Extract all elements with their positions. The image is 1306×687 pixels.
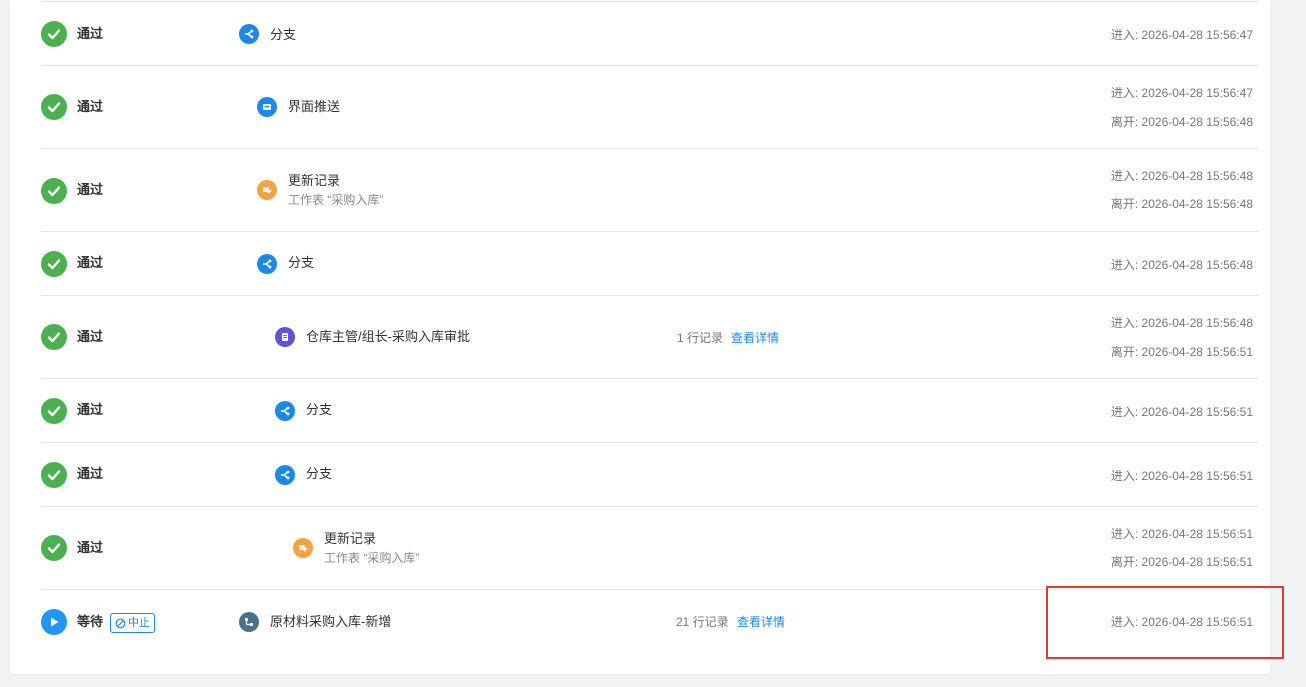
enter-time: 进入: 2026-04-28 15:56:48 xyxy=(1110,169,1253,183)
subprocess-icon xyxy=(239,612,259,632)
node-title: 更新记录 xyxy=(324,531,377,546)
status-label: 通过 xyxy=(77,402,104,417)
play-icon xyxy=(41,609,67,635)
update-record-icon xyxy=(293,538,313,558)
table-row: 通过 分支 进入: 2026-04-28 15:56:48 xyxy=(41,231,1258,296)
check-icon xyxy=(41,398,67,424)
status-label: 通过 xyxy=(77,540,104,555)
check-icon xyxy=(41,94,67,120)
view-details-link[interactable]: 查看详情 xyxy=(737,615,785,629)
check-icon xyxy=(41,324,67,350)
branch-icon xyxy=(275,465,295,485)
table-row: 通过 分支 进入: 2026-04-28 15:56:47 xyxy=(41,1,1258,66)
node-title: 仓库主管/组长-采购入库审批 xyxy=(306,329,470,344)
record-count: 1 行记录 xyxy=(677,331,724,345)
branch-icon xyxy=(239,24,259,44)
stop-label: 中止 xyxy=(128,617,150,629)
record-count: 21 行记录 xyxy=(676,615,729,629)
push-icon xyxy=(257,97,277,117)
leave-time: 离开: 2026-04-28 15:56:48 xyxy=(1110,115,1253,129)
status-label: 等待 xyxy=(77,614,104,629)
table-row: 通过 仓库主管/组长-采购入库审批 1 行记录 查看详情 进入: 2026-04… xyxy=(41,295,1258,379)
enter-time: 进入: 2026-04-28 15:56:47 xyxy=(1110,28,1253,42)
node-title: 分支 xyxy=(306,402,333,417)
status-label: 通过 xyxy=(77,99,104,114)
table-row: 通过 更新记录 工作表 “采购入库” 进入: 2026-04-28 15:56:… xyxy=(41,506,1258,590)
check-icon xyxy=(41,462,67,488)
enter-time: 进入: 2026-04-28 15:56:47 xyxy=(1110,86,1253,100)
node-title: 更新记录 xyxy=(288,173,341,188)
check-icon xyxy=(41,251,67,277)
status-label: 通过 xyxy=(77,182,104,197)
status-label: 通过 xyxy=(77,329,104,344)
status-label: 通过 xyxy=(77,26,104,41)
stop-button[interactable]: 中止 xyxy=(110,613,155,633)
enter-time: 进入: 2026-04-28 15:56:48 xyxy=(1110,258,1253,272)
leave-time: 离开: 2026-04-28 15:56:51 xyxy=(1110,345,1253,359)
stop-icon xyxy=(115,618,126,628)
enter-time: 进入: 2026-04-28 15:56:51 xyxy=(1110,469,1253,483)
highlight-annotation xyxy=(1046,586,1284,659)
node-title: 界面推送 xyxy=(288,99,341,114)
node-title: 分支 xyxy=(306,466,333,481)
table-row: 通过 更新记录 工作表 “采购入库” 进入: 2026-04-28 15:56:… xyxy=(41,148,1258,232)
node-subtitle: 工作表 “采购入库” xyxy=(288,193,384,207)
enter-time: 进入: 2026-04-28 15:56:48 xyxy=(1110,316,1253,330)
enter-time: 进入: 2026-04-28 15:56:51 xyxy=(1110,527,1253,541)
enter-time: 进入: 2026-04-28 15:56:51 xyxy=(1110,405,1253,419)
branch-icon xyxy=(257,254,277,274)
leave-time: 离开: 2026-04-28 15:56:51 xyxy=(1110,555,1253,569)
status-label: 通过 xyxy=(77,255,104,270)
table-row: 通过 分支 进入: 2026-04-28 15:56:51 xyxy=(41,442,1258,507)
node-title: 分支 xyxy=(270,27,297,42)
status-label: 通过 xyxy=(77,466,104,481)
branch-icon xyxy=(275,401,295,421)
table-row: 通过 界面推送 进入: 2026-04-28 15:56:47 离开: 2026… xyxy=(41,65,1258,149)
node-title: 原材料采购入库-新增 xyxy=(270,614,392,629)
update-record-icon xyxy=(257,180,277,200)
table-row: 通过 分支 进入: 2026-04-28 15:56:51 xyxy=(41,378,1258,443)
check-icon xyxy=(41,535,67,561)
flow-log-panel: 通过 分支 进入: 2026-04-28 15:56:47 通过 界面推送 进入… xyxy=(10,0,1270,674)
node-subtitle: 工作表 “采购入库” xyxy=(324,551,420,565)
check-icon xyxy=(41,21,67,47)
check-icon xyxy=(41,178,67,204)
node-title: 分支 xyxy=(288,255,315,270)
approval-icon xyxy=(275,327,295,347)
leave-time: 离开: 2026-04-28 15:56:48 xyxy=(1110,197,1253,211)
view-details-link[interactable]: 查看详情 xyxy=(731,331,779,345)
